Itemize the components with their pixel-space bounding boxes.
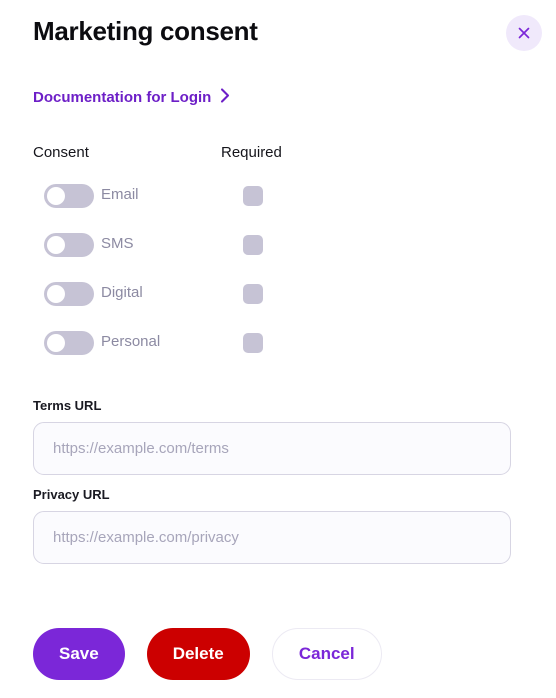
terms-url-label: Terms URL xyxy=(33,398,102,413)
consent-row-list: Email SMS Digital Personal xyxy=(0,176,556,372)
url-fields: Terms URL Privacy URL xyxy=(33,398,511,576)
save-button[interactable]: Save xyxy=(33,628,125,680)
required-checkbox-sms[interactable] xyxy=(243,235,263,255)
table-row: Personal xyxy=(0,323,556,372)
close-button[interactable] xyxy=(506,15,542,51)
delete-button[interactable]: Delete xyxy=(146,628,250,680)
toggle-knob xyxy=(47,285,65,303)
consent-toggle-digital[interactable] xyxy=(44,282,94,306)
table-row: Email xyxy=(0,176,556,225)
chevron-right-icon xyxy=(220,88,230,107)
dialog-header: Marketing consent xyxy=(0,0,556,64)
consent-label-digital: Digital xyxy=(101,284,143,301)
consent-label-personal: Personal xyxy=(101,333,161,350)
cancel-button[interactable]: Cancel xyxy=(271,628,382,680)
table-row: Digital xyxy=(0,274,556,323)
toggle-knob xyxy=(47,236,65,254)
dialog-footer: Save Delete Cancel xyxy=(33,628,382,680)
privacy-url-input[interactable] xyxy=(33,511,511,564)
consent-label-sms: SMS xyxy=(101,235,134,252)
consent-toggle-email[interactable] xyxy=(44,184,94,208)
required-checkbox-email[interactable] xyxy=(243,186,263,206)
consent-label-email: Email xyxy=(101,186,139,203)
documentation-link-label: Documentation for Login xyxy=(33,89,212,106)
toggle-knob xyxy=(47,334,65,352)
column-header-consent: Consent xyxy=(33,144,89,161)
consent-toggle-sms[interactable] xyxy=(44,233,94,257)
documentation-link[interactable]: Documentation for Login xyxy=(33,88,230,107)
privacy-url-label: Privacy URL xyxy=(33,487,110,502)
page-title: Marketing consent xyxy=(33,16,258,46)
required-checkbox-digital[interactable] xyxy=(243,284,263,304)
close-icon xyxy=(516,25,532,41)
consent-toggle-personal[interactable] xyxy=(44,331,94,355)
privacy-url-field-group: Privacy URL xyxy=(33,487,511,564)
terms-url-input[interactable] xyxy=(33,422,511,475)
toggle-knob xyxy=(47,187,65,205)
column-header-required: Required xyxy=(221,144,282,161)
marketing-consent-dialog: Marketing consent Documentation for Logi… xyxy=(0,0,556,698)
terms-url-field-group: Terms URL xyxy=(33,398,511,475)
table-row: SMS xyxy=(0,225,556,274)
required-checkbox-personal[interactable] xyxy=(243,333,263,353)
